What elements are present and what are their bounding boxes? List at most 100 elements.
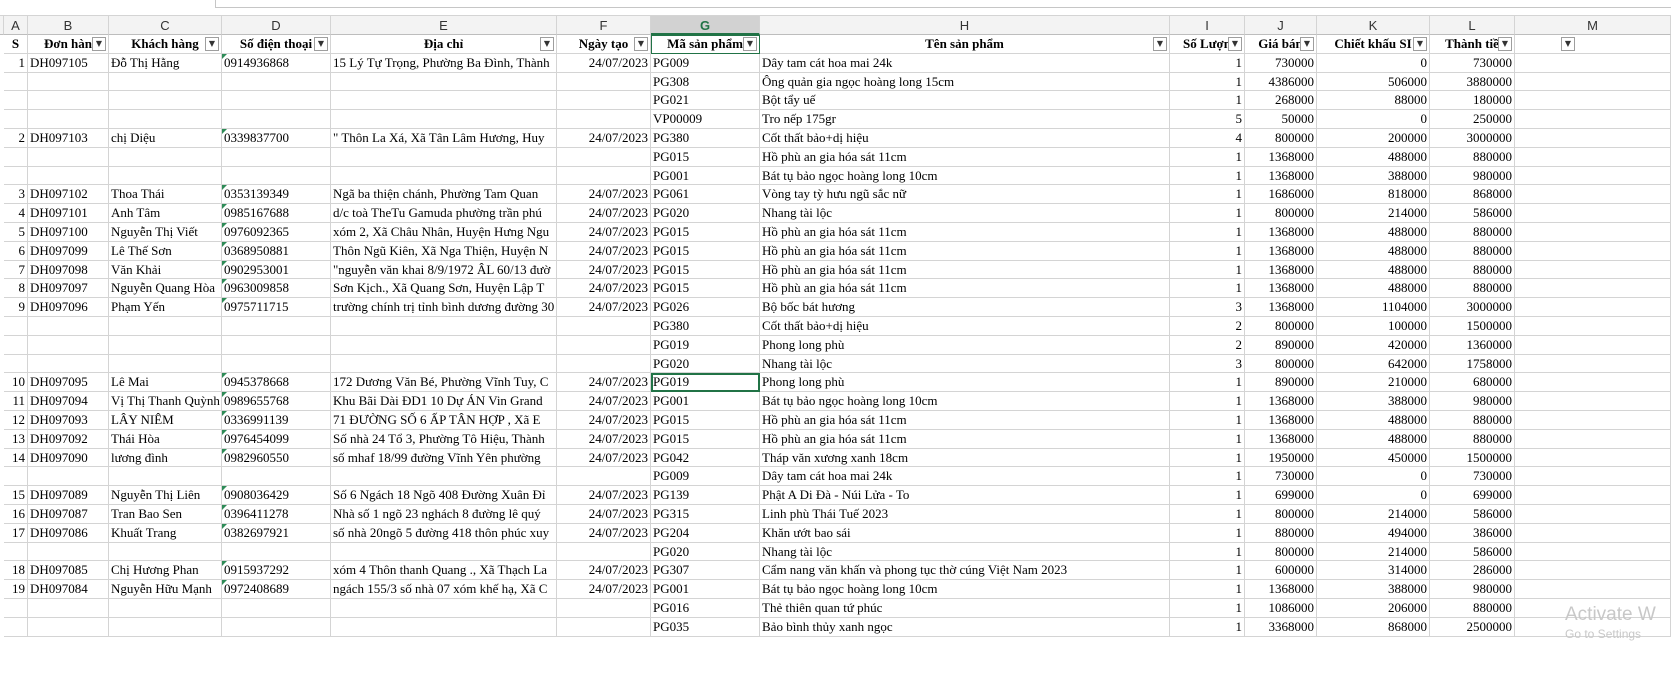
column-header-e[interactable]: E <box>331 16 557 35</box>
column-header-b[interactable]: B <box>28 16 109 35</box>
date-cell[interactable]: 24/07/2023 <box>557 411 651 430</box>
price-cell[interactable]: 1086000 <box>1245 599 1317 618</box>
date-cell[interactable] <box>557 91 651 111</box>
phone-cell[interactable] <box>222 354 331 374</box>
price-cell[interactable]: 1368000 <box>1245 260 1317 280</box>
address-cell[interactable] <box>331 72 557 92</box>
phone-cell[interactable]: 0353139349 <box>222 185 331 205</box>
discount-cell[interactable]: 200000 <box>1317 129 1430 148</box>
product-code-cell[interactable]: PG315 <box>651 505 760 524</box>
price-cell[interactable]: 1368000 <box>1245 241 1317 261</box>
customer-cell[interactable] <box>109 599 222 618</box>
product-code-cell[interactable]: PG026 <box>651 298 760 317</box>
discount-cell[interactable]: 488000 <box>1317 147 1430 167</box>
order-id-cell[interactable]: DH097092 <box>28 429 109 449</box>
price-cell[interactable]: 1368000 <box>1245 580 1317 599</box>
order-id-cell[interactable]: DH097086 <box>28 523 109 543</box>
total-cell[interactable]: 3000000 <box>1430 298 1515 317</box>
quantity-cell[interactable]: 1 <box>1170 542 1245 562</box>
stt-cell[interactable] <box>4 91 28 111</box>
product-code-cell[interactable]: PG042 <box>651 448 760 468</box>
date-cell[interactable]: 24/07/2023 <box>557 448 651 468</box>
address-cell[interactable] <box>331 91 557 111</box>
customer-cell[interactable]: LÂY NIÊM <box>109 411 222 430</box>
phone-cell[interactable] <box>222 317 331 336</box>
date-cell[interactable]: 24/07/2023 <box>557 523 651 543</box>
discount-cell[interactable]: 642000 <box>1317 354 1430 374</box>
date-cell[interactable]: 24/07/2023 <box>557 241 651 261</box>
quantity-cell[interactable]: 1 <box>1170 486 1245 505</box>
discount-cell[interactable]: 210000 <box>1317 373 1430 393</box>
discount-cell[interactable]: 88000 <box>1317 91 1430 111</box>
total-cell[interactable]: 3000000 <box>1430 129 1515 148</box>
product-name-cell[interactable]: Nhang tài lộc <box>760 204 1170 223</box>
product-name-cell[interactable]: Dây tam cát hoa mai 24k <box>760 53 1170 73</box>
phone-cell[interactable] <box>222 110 331 129</box>
order-id-cell[interactable] <box>28 91 109 111</box>
order-id-cell[interactable]: DH097089 <box>28 486 109 505</box>
stt-cell[interactable]: 3 <box>4 185 28 205</box>
address-cell[interactable] <box>331 542 557 562</box>
order-id-cell[interactable] <box>28 542 109 562</box>
phone-cell[interactable]: 0339837700 <box>222 129 331 148</box>
order-id-cell[interactable] <box>28 317 109 336</box>
phone-cell[interactable]: 0368950881 <box>222 241 331 261</box>
stt-cell[interactable] <box>4 354 28 374</box>
price-cell[interactable]: 1368000 <box>1245 411 1317 430</box>
column-header-l[interactable]: L <box>1430 16 1515 35</box>
product-code-cell[interactable]: PG021 <box>651 91 760 111</box>
date-cell[interactable]: 24/07/2023 <box>557 392 651 411</box>
phone-cell[interactable]: 0982960550 <box>222 448 331 468</box>
customer-cell[interactable]: Nguyễn Thị Liên <box>109 486 222 505</box>
product-name-cell[interactable]: Bảo bình thủy xanh ngọc <box>760 617 1170 637</box>
empty-cell[interactable] <box>1515 147 1671 167</box>
discount-cell[interactable]: 488000 <box>1317 429 1430 449</box>
quantity-cell[interactable]: 1 <box>1170 523 1245 543</box>
product-name-cell[interactable]: Bột tẩy uế <box>760 91 1170 111</box>
product-code-cell[interactable]: PG015 <box>651 429 760 449</box>
product-name-cell[interactable]: Hồ phù an gia hóa sát 11cm <box>760 223 1170 242</box>
phone-cell[interactable] <box>222 72 331 92</box>
empty-cell[interactable] <box>1515 53 1671 73</box>
empty-cell[interactable] <box>1515 429 1671 449</box>
quantity-cell[interactable]: 1 <box>1170 279 1245 299</box>
order-id-cell[interactable]: DH097105 <box>28 53 109 73</box>
empty-cell[interactable] <box>1515 91 1671 111</box>
quantity-cell[interactable]: 1 <box>1170 599 1245 618</box>
total-cell[interactable]: 880000 <box>1430 223 1515 242</box>
customer-cell[interactable] <box>109 335 222 355</box>
order-id-cell[interactable]: DH097097 <box>28 279 109 299</box>
address-cell[interactable]: d/c toà TheTu Gamuda phường trần phú <box>331 204 557 223</box>
customer-cell[interactable] <box>109 542 222 562</box>
discount-cell[interactable]: 488000 <box>1317 279 1430 299</box>
price-cell[interactable]: 1368000 <box>1245 298 1317 317</box>
order-id-cell[interactable]: DH097093 <box>28 411 109 430</box>
product-code-cell[interactable]: PG020 <box>651 204 760 223</box>
price-cell[interactable]: 3368000 <box>1245 617 1317 637</box>
phone-cell[interactable]: 0908036429 <box>222 486 331 505</box>
filter-dropdown-icon[interactable]: ▼ <box>1413 37 1427 51</box>
product-code-cell[interactable]: PG009 <box>651 53 760 73</box>
order-id-cell[interactable] <box>28 147 109 167</box>
order-id-cell[interactable] <box>28 110 109 129</box>
stt-cell[interactable] <box>4 147 28 167</box>
empty-cell[interactable] <box>1515 279 1671 299</box>
price-cell[interactable]: 730000 <box>1245 53 1317 73</box>
phone-cell[interactable] <box>222 147 331 167</box>
product-name-cell[interactable]: Bát tụ bảo ngọc hoàng long 10cm <box>760 392 1170 411</box>
price-cell[interactable]: 1368000 <box>1245 147 1317 167</box>
total-cell[interactable]: 1500000 <box>1430 448 1515 468</box>
quantity-cell[interactable]: 1 <box>1170 72 1245 92</box>
total-cell[interactable]: 286000 <box>1430 561 1515 581</box>
order-id-cell[interactable]: DH097087 <box>28 505 109 524</box>
address-cell[interactable]: xóm 2, Xã Châu Nhân, Huyện Hưng Ngu <box>331 223 557 242</box>
address-cell[interactable]: Sơn Kịch., Xã Quang Sơn, Huyện Lập T <box>331 279 557 299</box>
date-cell[interactable] <box>557 147 651 167</box>
empty-cell[interactable] <box>1515 354 1671 374</box>
date-cell[interactable] <box>557 110 651 129</box>
product-name-cell[interactable]: Hồ phù an gia hóa sát 11cm <box>760 411 1170 430</box>
order-id-cell[interactable]: DH097095 <box>28 373 109 393</box>
customer-cell[interactable]: Thoa Thái <box>109 185 222 205</box>
discount-cell[interactable]: 488000 <box>1317 241 1430 261</box>
column-header-k[interactable]: K <box>1317 16 1430 35</box>
